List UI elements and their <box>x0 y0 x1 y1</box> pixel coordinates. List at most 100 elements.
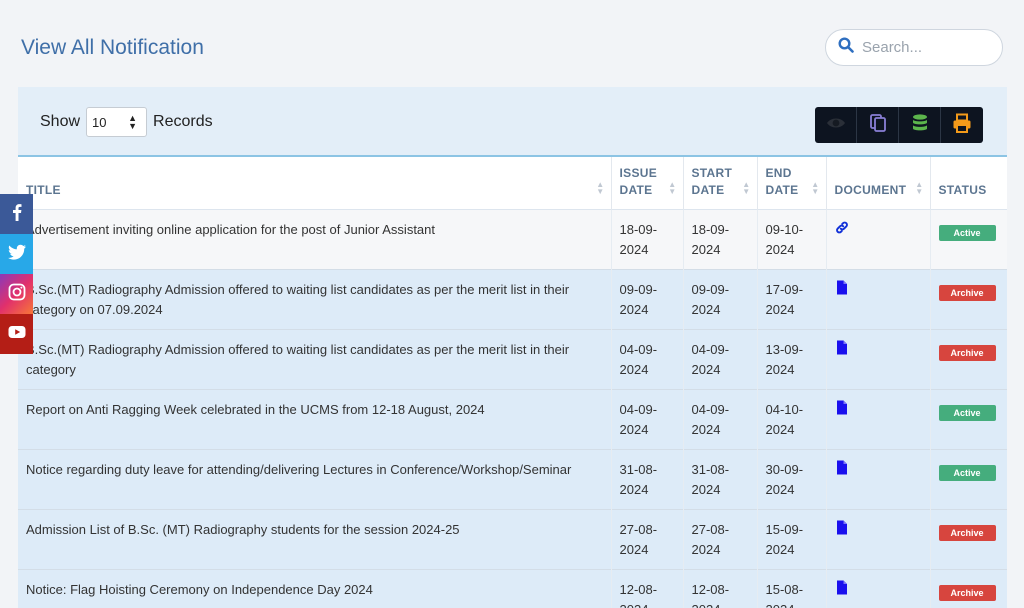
column-header-status[interactable]: STATUS <box>930 156 1007 209</box>
cell-document <box>826 209 931 269</box>
file-icon[interactable] <box>835 400 849 418</box>
cell-title: Admission List of B.Sc. (MT) Radiography… <box>18 509 612 569</box>
cell-title: Advertisement inviting online applicatio… <box>18 209 612 269</box>
cell-start-date: 09-09- 2024 <box>683 269 758 329</box>
cell-document <box>826 269 931 329</box>
cell-end-date: 09-10- 2024 <box>757 209 827 269</box>
status-badge: Active <box>938 404 996 421</box>
cell-start-date: 27-08- 2024 <box>683 509 758 569</box>
notification-table: TITLE ▲ ▼ ISSUE DATE ▲ ▼ START DATE ▲ ▼ END DATE ▲… <box>18 155 1007 608</box>
cell-document <box>826 569 931 608</box>
page-title: View All Notification <box>21 36 204 59</box>
search-icon <box>838 37 854 58</box>
sort-icon: ▲ ▼ <box>811 179 820 196</box>
instagram-icon <box>7 282 27 307</box>
records-label: Records <box>153 113 213 130</box>
export-excel-button[interactable] <box>899 107 941 143</box>
notification-panel: Show 10 ▲ ▼ Records TITLE ▲ ▼ ISSUE DATE… <box>18 87 1007 608</box>
cell-title: B.Sc.(MT) Radiography Admission offered … <box>18 269 612 329</box>
records-per-page-value: 10 <box>92 114 107 130</box>
cell-start-date: 04-09- 2024 <box>683 329 758 389</box>
cell-start-date: 31-08- 2024 <box>683 449 758 509</box>
cell-title: Notice: Flag Hoisting Ceremony on Indepe… <box>18 569 612 608</box>
show-label: Show <box>40 113 81 130</box>
select-arrows-icon: ▲ ▼ <box>128 113 138 131</box>
print-icon <box>951 112 973 139</box>
records-per-page-select[interactable]: 10 ▲ ▼ <box>86 107 148 137</box>
sort-icon: ▲ ▼ <box>668 179 677 196</box>
cell-end-date: 17-09- 2024 <box>757 269 827 329</box>
twitter-icon <box>7 242 27 267</box>
cell-document <box>826 449 931 509</box>
table-row[interactable]: Notice regarding duty leave for attendin… <box>18 449 1007 509</box>
file-icon[interactable] <box>835 520 849 538</box>
search-input[interactable] <box>862 39 992 56</box>
column-header-title[interactable]: TITLE ▲ ▼ <box>18 156 612 209</box>
cell-document <box>826 329 931 389</box>
social-sidebar <box>0 194 33 354</box>
instagram-link[interactable] <box>0 274 33 314</box>
sort-icon: ▲ ▼ <box>742 179 751 196</box>
status-badge: Active <box>938 464 996 481</box>
column-header-end-date[interactable]: END DATE ▲ ▼ <box>757 156 827 209</box>
cell-title: Report on Anti Ragging Week celebrated i… <box>18 389 612 449</box>
cell-start-date: 04-09- 2024 <box>683 389 758 449</box>
cell-end-date: 13-09- 2024 <box>757 329 827 389</box>
cell-title: Notice regarding duty leave for attendin… <box>18 449 612 509</box>
status-badge: Archive <box>938 284 996 301</box>
table-row[interactable]: B.Sc.(MT) Radiography Admission offered … <box>18 269 1007 329</box>
table-row[interactable]: Report on Anti Ragging Week celebrated i… <box>18 389 1007 449</box>
column-visibility-button[interactable] <box>815 107 857 143</box>
table-row[interactable]: Notice: Flag Hoisting Ceremony on Indepe… <box>18 569 1007 608</box>
cell-end-date: 30-09- 2024 <box>757 449 827 509</box>
facebook-link[interactable] <box>0 194 33 234</box>
facebook-icon <box>7 202 27 227</box>
cell-title: B.Sc.(MT) Radiography Admission offered … <box>18 329 612 389</box>
table-row[interactable]: Advertisement inviting online applicatio… <box>18 209 1007 269</box>
sort-icon: ▲ ▼ <box>915 179 924 196</box>
eye-icon <box>825 112 847 139</box>
file-icon[interactable] <box>835 280 849 298</box>
cell-status: Archive <box>930 569 1007 608</box>
cell-issue-date: 31-08- 2024 <box>611 449 684 509</box>
table-row[interactable]: Admission List of B.Sc. (MT) Radiography… <box>18 509 1007 569</box>
cell-status: Active <box>930 209 1007 269</box>
table-body: Advertisement inviting online applicatio… <box>18 209 1007 608</box>
status-badge: Archive <box>938 524 996 541</box>
cell-issue-date: 27-08- 2024 <box>611 509 684 569</box>
status-badge: Archive <box>938 584 996 601</box>
cell-document <box>826 509 931 569</box>
cell-status: Active <box>930 389 1007 449</box>
search-box[interactable] <box>825 29 1003 66</box>
cell-end-date: 15-09- 2024 <box>757 509 827 569</box>
cell-end-date: 15-08-2024 <box>757 569 827 608</box>
table-header-row: TITLE ▲ ▼ ISSUE DATE ▲ ▼ START DATE ▲ ▼ END DATE ▲… <box>18 156 1007 209</box>
cell-end-date: 04-10- 2024 <box>757 389 827 449</box>
file-icon[interactable] <box>835 580 849 598</box>
cell-issue-date: 12-08-2024 <box>611 569 684 608</box>
length-control: Show 10 ▲ ▼ Records <box>40 107 213 137</box>
cell-status: Archive <box>930 509 1007 569</box>
cell-issue-date: 04-09- 2024 <box>611 389 684 449</box>
export-toolbar <box>815 107 983 143</box>
print-button[interactable] <box>941 107 983 143</box>
cell-document <box>826 389 931 449</box>
column-header-start-date[interactable]: START DATE ▲ ▼ <box>683 156 758 209</box>
column-header-document[interactable]: DOCUMENT ▲ ▼ <box>826 156 931 209</box>
cell-start-date: 12-08-2024 <box>683 569 758 608</box>
file-icon[interactable] <box>835 340 849 358</box>
database-icon <box>909 112 931 139</box>
file-icon[interactable] <box>835 460 849 478</box>
table-row[interactable]: B.Sc.(MT) Radiography Admission offered … <box>18 329 1007 389</box>
twitter-link[interactable] <box>0 234 33 274</box>
cell-status: Archive <box>930 329 1007 389</box>
status-badge: Active <box>938 224 996 241</box>
status-badge: Archive <box>938 344 996 361</box>
copy-button[interactable] <box>857 107 899 143</box>
cell-status: Archive <box>930 269 1007 329</box>
youtube-link[interactable] <box>0 314 33 354</box>
copy-icon <box>867 112 889 139</box>
link-icon[interactable] <box>835 221 849 238</box>
column-header-issue-date[interactable]: ISSUE DATE ▲ ▼ <box>611 156 684 209</box>
cell-status: Active <box>930 449 1007 509</box>
